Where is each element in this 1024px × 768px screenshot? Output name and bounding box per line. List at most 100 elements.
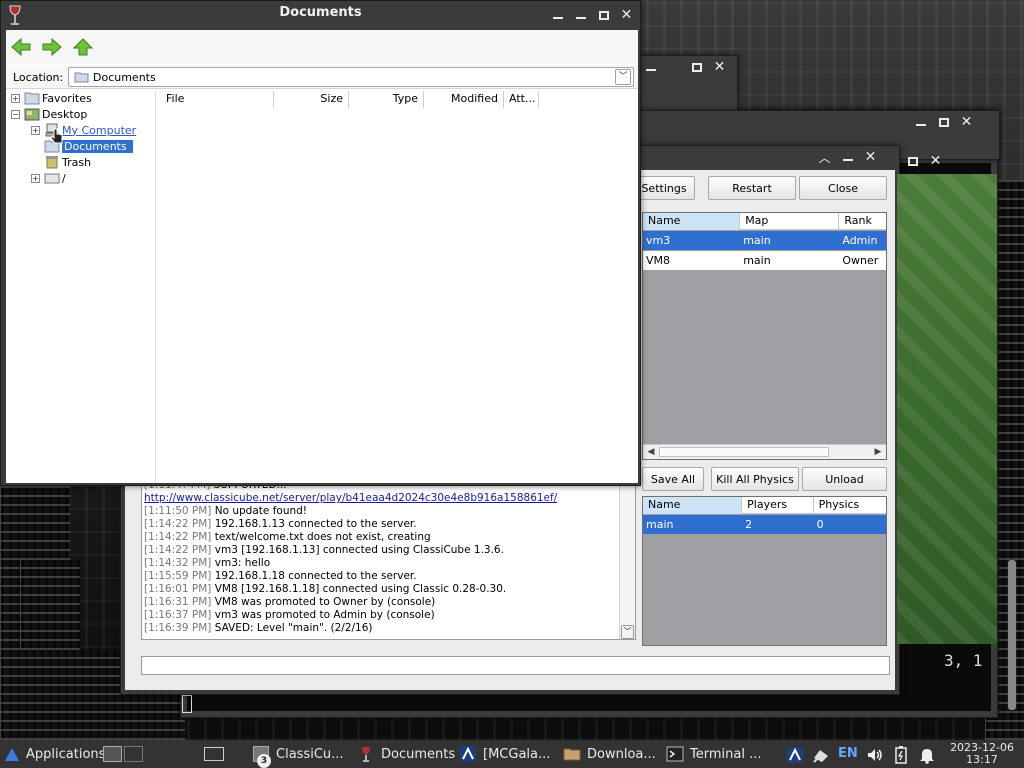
server-log-scrollbar[interactable]: ﹀ [619, 483, 635, 639]
close-button[interactable] [662, 56, 685, 78]
workspace-switcher[interactable] [103, 740, 143, 768]
player-row[interactable]: vm3 main Admin [643, 231, 886, 250]
restart-button[interactable]: Restart [708, 176, 796, 200]
volume-icon[interactable] [866, 746, 884, 764]
keyboard-layout-indicator[interactable]: EN [838, 746, 858, 761]
maximize-button[interactable] [932, 111, 955, 133]
minimize-button[interactable] [639, 56, 662, 78]
column-header-modified[interactable]: Modified [424, 91, 504, 108]
players-grid-hscrollbar[interactable]: ◀ ▶ [643, 444, 886, 459]
workspace-1-icon[interactable] [103, 746, 122, 762]
log-message: text/welcome.txt does not exist, creatin… [214, 531, 431, 543]
column-header-size[interactable]: Size [274, 91, 349, 108]
folder-tree[interactable]: + Favorites − Desktop + My Computer Docu… [6, 90, 156, 483]
close-button[interactable]: ✕ [859, 146, 882, 168]
map-name: main [646, 518, 674, 531]
clock[interactable]: 2023-12-06 13:17 [950, 742, 1014, 766]
tree-item-trash[interactable]: Trash [44, 154, 91, 170]
up-arrow-icon[interactable] [73, 38, 93, 56]
column-header-physics[interactable]: Physics [814, 497, 886, 514]
minimize-button[interactable] [546, 4, 569, 26]
location-label: Location: [13, 71, 64, 84]
maximize-button[interactable] [592, 4, 615, 26]
taskbar-task-mcgalaxy[interactable]: [MCGala... [459, 740, 550, 768]
tree-item-desktop[interactable]: − Desktop [11, 106, 87, 122]
back-arrow-icon[interactable] [11, 38, 31, 56]
shade-button[interactable]: ︿ [813, 146, 836, 168]
show-desktop-button[interactable] [204, 740, 224, 768]
column-header-name[interactable]: Name [643, 213, 741, 230]
documents-window[interactable]: Documents ✕ Location: Documents ﹀ + Favo… [0, 0, 641, 486]
player-name: VM8 [646, 254, 671, 267]
tree-item-root[interactable]: + / [31, 170, 66, 186]
minimize-button[interactable] [909, 111, 932, 133]
log-link[interactable]: http://www.classicube.net/server/play/b4… [144, 492, 557, 504]
workspace-2-icon[interactable] [124, 746, 143, 762]
network-icon[interactable] [812, 746, 830, 764]
close-button[interactable]: ✕ [708, 56, 731, 78]
battery-icon[interactable] [893, 745, 909, 765]
player-rank: Admin [842, 234, 878, 247]
taskbar-task-documents[interactable]: Documents [357, 740, 455, 768]
column-header-name[interactable]: Name [643, 497, 743, 514]
taskbar-task-downloads[interactable]: Downloa... [563, 740, 656, 768]
chevron-down-icon[interactable]: ﹀ [621, 625, 634, 639]
close-button[interactable]: ✕ [924, 150, 947, 172]
background-window-2-controls: ✕ [909, 111, 978, 133]
notification-bell-icon[interactable] [918, 746, 936, 764]
log-timestamp: [1:16:37 PM] [144, 609, 212, 621]
column-header-type[interactable]: Type [349, 91, 424, 108]
scroll-right-icon[interactable]: ▶ [871, 445, 885, 459]
tree-item-label: Desktop [42, 107, 88, 121]
log-line[interactable]: http://www.classicube.net/server/play/b4… [142, 492, 635, 505]
minimize-button[interactable] [836, 146, 859, 168]
location-combobox[interactable]: Documents ﹀ [68, 67, 634, 87]
file-list[interactable] [161, 109, 638, 483]
log-message: VM8 was promoted to Owner by (console) [214, 596, 436, 608]
taskbar-task-classicube[interactable]: 3 ClassiCu... [252, 740, 344, 768]
chevron-down-icon[interactable]: ﹀ [615, 69, 631, 85]
unload-button[interactable]: Unload [802, 467, 887, 491]
settings-button[interactable]: Settings [633, 176, 695, 200]
terminal-scrollbar[interactable] [1008, 560, 1016, 710]
column-header-rank[interactable]: Rank [839, 213, 886, 230]
close-button[interactable]: ✕ [615, 4, 638, 26]
command-input[interactable] [141, 656, 890, 675]
save-all-button[interactable]: Save All [642, 467, 704, 491]
maximize-button[interactable] [685, 56, 708, 78]
log-timestamp: [1:16:31 PM] [144, 596, 212, 608]
task-label: Terminal ... [690, 746, 762, 762]
maximize-button[interactable] [901, 150, 924, 172]
player-row[interactable]: VM8 main Owner [643, 251, 886, 270]
column-header-players[interactable]: Players [742, 497, 814, 514]
scrollbar-thumb[interactable] [659, 447, 829, 457]
trash-icon [46, 156, 58, 169]
kill-all-physics-button[interactable]: Kill All Physics [711, 467, 799, 491]
collapse-icon[interactable]: − [11, 109, 20, 119]
applications-menu-button[interactable]: Applications [4, 740, 105, 768]
column-header-map[interactable]: Map [740, 213, 840, 230]
server-log[interactable]: [1:11:4? PM] SUPPORTED... http://www.clas… [141, 482, 636, 640]
expand-icon[interactable]: + [31, 125, 40, 135]
mcgalaxy-tray-icon[interactable] [786, 746, 804, 764]
expand-icon[interactable]: + [31, 173, 40, 183]
close-server-button[interactable]: Close [799, 176, 887, 200]
log-timestamp: [1:16:39 PM] [144, 622, 212, 634]
iconify-button[interactable] [569, 4, 592, 26]
column-header-file[interactable]: File [161, 91, 274, 108]
maps-grid[interactable]: Name Players Physics main 2 0 [642, 496, 887, 646]
players-grid[interactable]: Name Map Rank vm3 main Admin VM8 main Ow… [642, 212, 887, 460]
expand-icon[interactable]: + [11, 93, 20, 103]
forward-arrow-icon[interactable] [42, 38, 62, 56]
file-list-header: File Size Type Modified Att... [161, 91, 638, 108]
taskbar-task-terminal[interactable]: Terminal ... [666, 740, 761, 768]
tree-item-my-computer[interactable]: + My Computer [31, 122, 136, 138]
close-button[interactable]: ✕ [955, 111, 978, 133]
player-map: main [743, 234, 771, 247]
map-row[interactable]: main 2 0 [643, 515, 886, 534]
log-line: [1:15:59 PM] 192.168.1.18 connected to t… [142, 570, 635, 583]
tree-item-favorites[interactable]: + Favorites [11, 90, 92, 106]
column-header-attributes[interactable]: Att... [504, 91, 539, 108]
scroll-left-icon[interactable]: ◀ [644, 445, 658, 459]
background-window[interactable]: ✕ [636, 55, 738, 140]
